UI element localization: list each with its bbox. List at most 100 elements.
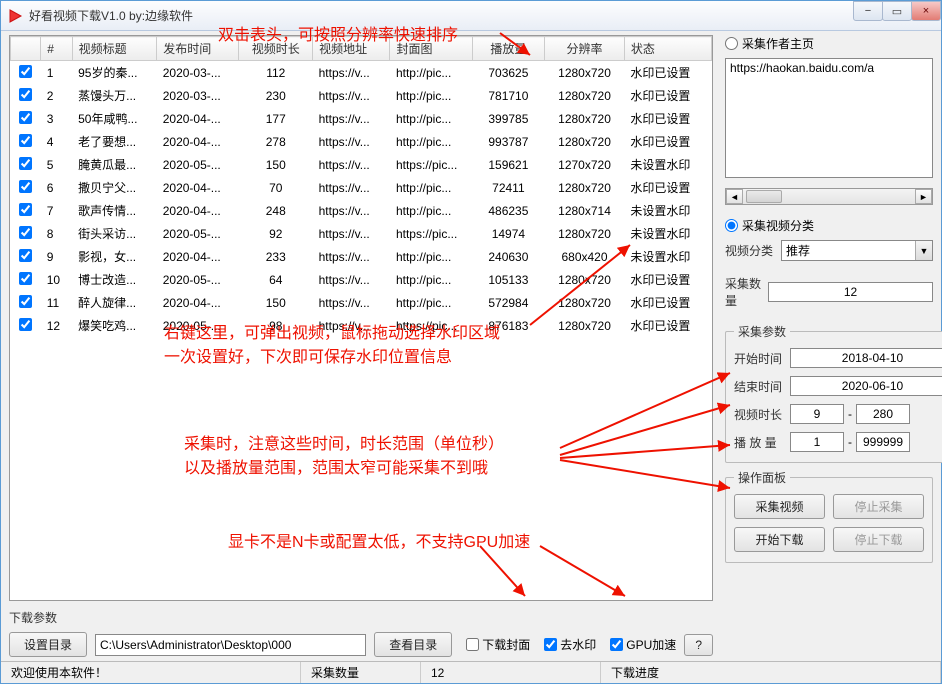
cell-title: 撒贝宁父... — [72, 176, 157, 199]
playcount-min-input[interactable] — [790, 432, 844, 452]
cell-idx: 4 — [41, 130, 72, 153]
cell-dur: 64 — [239, 268, 313, 291]
minimize-button[interactable]: − — [853, 1, 883, 21]
status-count: 12 — [421, 662, 601, 683]
scroll-left-icon[interactable]: ◄ — [726, 189, 743, 204]
video-table[interactable]: #视频标题发布时间视频时长视频地址封面图播放量分辨率状态 195岁的秦...20… — [9, 35, 713, 601]
remove-watermark-checkbox[interactable] — [544, 638, 557, 651]
status-welcome: 欢迎使用本软件！ — [1, 662, 301, 683]
download-cover-checkbox[interactable] — [466, 638, 479, 651]
collect-count-label: 采集数量 — [725, 275, 768, 309]
cell-title: 街头采访... — [72, 222, 157, 245]
row-checkbox[interactable] — [19, 65, 32, 78]
set-dir-button[interactable]: 设置目录 — [9, 632, 87, 657]
row-checkbox[interactable] — [19, 249, 32, 262]
row-checkbox[interactable] — [19, 203, 32, 216]
stop-download-button[interactable]: 停止下载 — [833, 527, 924, 552]
collect-category-label: 采集视频分类 — [742, 217, 814, 234]
url-scrollbar[interactable]: ◄ ► — [725, 188, 933, 205]
close-button[interactable]: × — [911, 1, 941, 21]
view-dir-button[interactable]: 查看目录 — [374, 632, 452, 657]
title-bar[interactable]: 好看视频下载V1.0 by:边缘软件 − ▭ × — [1, 1, 941, 31]
cell-url: https://v... — [313, 84, 390, 107]
table-row[interactable]: 12爆笑吃鸡...2020-05-...98https://v...https:… — [11, 314, 712, 337]
cell-title: 腌黄瓜最... — [72, 153, 157, 176]
row-checkbox[interactable] — [19, 111, 32, 124]
url-value: https://haokan.baidu.com/a — [730, 61, 874, 75]
cell-idx: 6 — [41, 176, 72, 199]
duration-max-input[interactable] — [856, 404, 910, 424]
table-row[interactable]: 9影视，女...2020-04-...233https://v...http:/… — [11, 245, 712, 268]
cell-title: 醉人旋律... — [72, 291, 157, 314]
table-row[interactable]: 7歌声传情...2020-04-...248https://v...http:/… — [11, 199, 712, 222]
table-header[interactable]: # — [41, 37, 72, 61]
table-header[interactable]: 视频时长 — [239, 37, 313, 61]
collect-button[interactable]: 采集视频 — [734, 494, 825, 519]
row-checkbox[interactable] — [19, 295, 32, 308]
table-row[interactable]: 10博士改造...2020-05-...64https://v...http:/… — [11, 268, 712, 291]
playcount-max-input[interactable] — [856, 432, 910, 452]
table-header[interactable]: 封面图 — [390, 37, 472, 61]
cell-idx: 2 — [41, 84, 72, 107]
cell-cover: http://pic... — [390, 199, 472, 222]
cell-res: 1280x720 — [545, 222, 625, 245]
url-textbox[interactable]: https://haokan.baidu.com/a — [725, 58, 933, 178]
row-checkbox[interactable] — [19, 318, 32, 331]
cell-play: 876183 — [472, 314, 545, 337]
help-button[interactable]: ? — [684, 634, 713, 656]
collect-count-input[interactable] — [768, 282, 933, 302]
scroll-right-icon[interactable]: ► — [915, 189, 932, 204]
dash-sep: - — [848, 407, 852, 421]
scroll-thumb[interactable] — [746, 190, 782, 203]
end-time-input[interactable] — [790, 376, 942, 396]
collect-author-radio[interactable] — [725, 37, 738, 50]
gpu-accel-checkbox[interactable] — [610, 638, 623, 651]
video-category-select[interactable]: 推荐 ▼ — [781, 240, 933, 261]
table-row[interactable]: 5腌黄瓜最...2020-05-...150https://v...https:… — [11, 153, 712, 176]
cell-cover: https://pic... — [390, 153, 472, 176]
cell-url: https://v... — [313, 130, 390, 153]
table-header[interactable]: 状态 — [624, 37, 711, 61]
cell-res: 1280x720 — [545, 130, 625, 153]
window-title: 好看视频下载V1.0 by:边缘软件 — [29, 7, 193, 24]
row-checkbox[interactable] — [19, 88, 32, 101]
table-row[interactable]: 8街头采访...2020-05-...92https://v...https:/… — [11, 222, 712, 245]
download-path-input[interactable] — [95, 634, 366, 656]
table-header[interactable]: 视频地址 — [313, 37, 390, 61]
start-time-input[interactable] — [790, 348, 942, 368]
maximize-button[interactable]: ▭ — [882, 1, 912, 21]
row-checkbox[interactable] — [19, 180, 32, 193]
cell-dur: 150 — [239, 291, 313, 314]
row-checkbox[interactable] — [19, 157, 32, 170]
collect-category-radio[interactable] — [725, 219, 738, 232]
cell-stat: 未设置水印 — [624, 245, 711, 268]
cell-dur: 177 — [239, 107, 313, 130]
cell-dur: 230 — [239, 84, 313, 107]
table-row[interactable]: 11醉人旋律...2020-04-...150https://v...http:… — [11, 291, 712, 314]
cell-stat: 水印已设置 — [624, 130, 711, 153]
table-header[interactable]: 视频标题 — [72, 37, 157, 61]
table-row[interactable]: 6撒贝宁父...2020-04-...70https://v...http://… — [11, 176, 712, 199]
row-checkbox[interactable] — [19, 272, 32, 285]
table-header[interactable]: 发布时间 — [157, 37, 239, 61]
cell-res: 1280x714 — [545, 199, 625, 222]
row-checkbox[interactable] — [19, 226, 32, 239]
cell-url: https://v... — [313, 291, 390, 314]
table-row[interactable]: 195岁的秦...2020-03-...112https://v...http:… — [11, 61, 712, 85]
row-checkbox[interactable] — [19, 134, 32, 147]
table-row[interactable]: 2蒸馒头万...2020-03-...230https://v...http:/… — [11, 84, 712, 107]
table-header[interactable]: 播放量 — [472, 37, 545, 61]
chevron-down-icon[interactable]: ▼ — [915, 241, 932, 260]
cell-idx: 8 — [41, 222, 72, 245]
cell-url: https://v... — [313, 222, 390, 245]
table-header[interactable]: 分辨率 — [545, 37, 625, 61]
duration-min-input[interactable] — [790, 404, 844, 424]
table-row[interactable]: 350年咸鸭...2020-04-...177https://v...http:… — [11, 107, 712, 130]
table-row[interactable]: 4老了要想...2020-04-...278https://v...http:/… — [11, 130, 712, 153]
stop-collect-button[interactable]: 停止采集 — [833, 494, 924, 519]
table-header-row[interactable]: #视频标题发布时间视频时长视频地址封面图播放量分辨率状态 — [11, 37, 712, 61]
start-download-button[interactable]: 开始下载 — [734, 527, 825, 552]
cell-date: 2020-04-... — [157, 176, 239, 199]
cell-cover: http://pic... — [390, 291, 472, 314]
cell-cover: http://pic... — [390, 61, 472, 85]
